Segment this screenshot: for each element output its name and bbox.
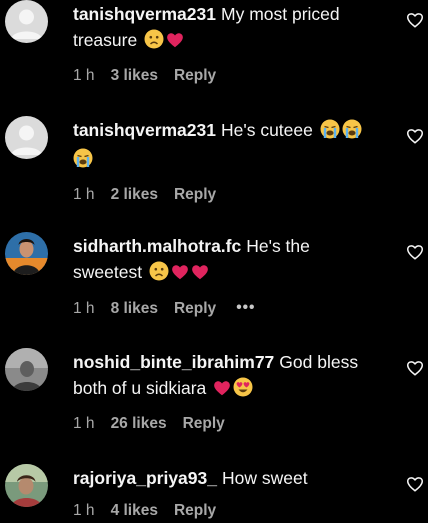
like-heart-icon[interactable] [406, 359, 424, 377]
likes-count[interactable]: 8 likes [111, 300, 158, 317]
heart-eyes-face-emoji-icon [233, 377, 253, 404]
reply-button[interactable]: Reply [174, 67, 216, 84]
comment-text: noshid_binte_ibrahim77 God bless both of … [73, 349, 378, 404]
comment-meta: 1 h 4 likes Reply [73, 499, 378, 523]
comment-meta: 1 h 8 likes Reply ••• [73, 296, 378, 320]
comment-time: 1 h [73, 415, 95, 432]
like-heart-icon[interactable] [406, 127, 424, 145]
avatar[interactable] [5, 464, 48, 507]
comment-time: 1 h [73, 186, 95, 203]
likes-count[interactable]: 4 likes [111, 502, 158, 519]
comment-text: tanishqverma231 My most priced treasure [73, 1, 378, 56]
likes-count[interactable]: 2 likes [111, 186, 158, 203]
likes-count[interactable]: 26 likes [111, 415, 167, 432]
comment-body: How sweet [222, 468, 308, 488]
reply-button[interactable]: Reply [183, 415, 225, 432]
comment-body: He's cuteee [221, 120, 313, 140]
comment-text: rajoriya_priya93_ How sweet [73, 465, 378, 491]
reply-button[interactable]: Reply [174, 502, 216, 519]
reply-button[interactable]: Reply [174, 300, 216, 317]
like-heart-icon[interactable] [406, 243, 424, 261]
sad-face-emoji-icon [144, 29, 164, 56]
like-heart-icon[interactable] [406, 475, 424, 493]
red-heart-emoji-icon [191, 262, 209, 288]
comment-username[interactable]: noshid_binte_ibrahim77 [73, 352, 274, 372]
red-heart-emoji-icon [213, 378, 231, 404]
sad-face-emoji-icon [149, 261, 169, 288]
comment-username[interactable]: sidharth.malhotra.fc [73, 236, 241, 256]
comment-time: 1 h [73, 502, 95, 519]
avatar[interactable] [5, 348, 48, 391]
avatar[interactable] [5, 116, 48, 159]
avatar[interactable] [5, 0, 48, 43]
crying-face-emoji-icon [342, 119, 362, 146]
comment-text: tanishqverma231 He's cuteee [73, 117, 378, 175]
red-heart-emoji-icon [171, 262, 189, 288]
reply-button[interactable]: Reply [174, 186, 216, 203]
comment-username[interactable]: tanishqverma231 [73, 120, 216, 140]
more-options-icon[interactable]: ••• [236, 296, 255, 320]
crying-face-emoji-icon [73, 148, 93, 175]
red-heart-emoji-icon [166, 30, 184, 56]
comment-meta: 1 h 26 likes Reply [73, 412, 378, 436]
crying-face-emoji-icon [320, 119, 340, 146]
comment-time: 1 h [73, 300, 95, 317]
likes-count[interactable]: 3 likes [111, 67, 158, 84]
comment-time: 1 h [73, 67, 95, 84]
avatar[interactable] [5, 232, 48, 275]
comment-meta: 1 h 2 likes Reply [73, 183, 378, 207]
comment-username[interactable]: rajoriya_priya93_ [73, 468, 217, 488]
comment-username[interactable]: tanishqverma231 [73, 4, 216, 24]
comment-meta: 1 h 3 likes Reply [73, 64, 378, 88]
like-heart-icon[interactable] [406, 11, 424, 29]
comment-text: sidharth.malhotra.fc He's the sweetest [73, 233, 378, 288]
